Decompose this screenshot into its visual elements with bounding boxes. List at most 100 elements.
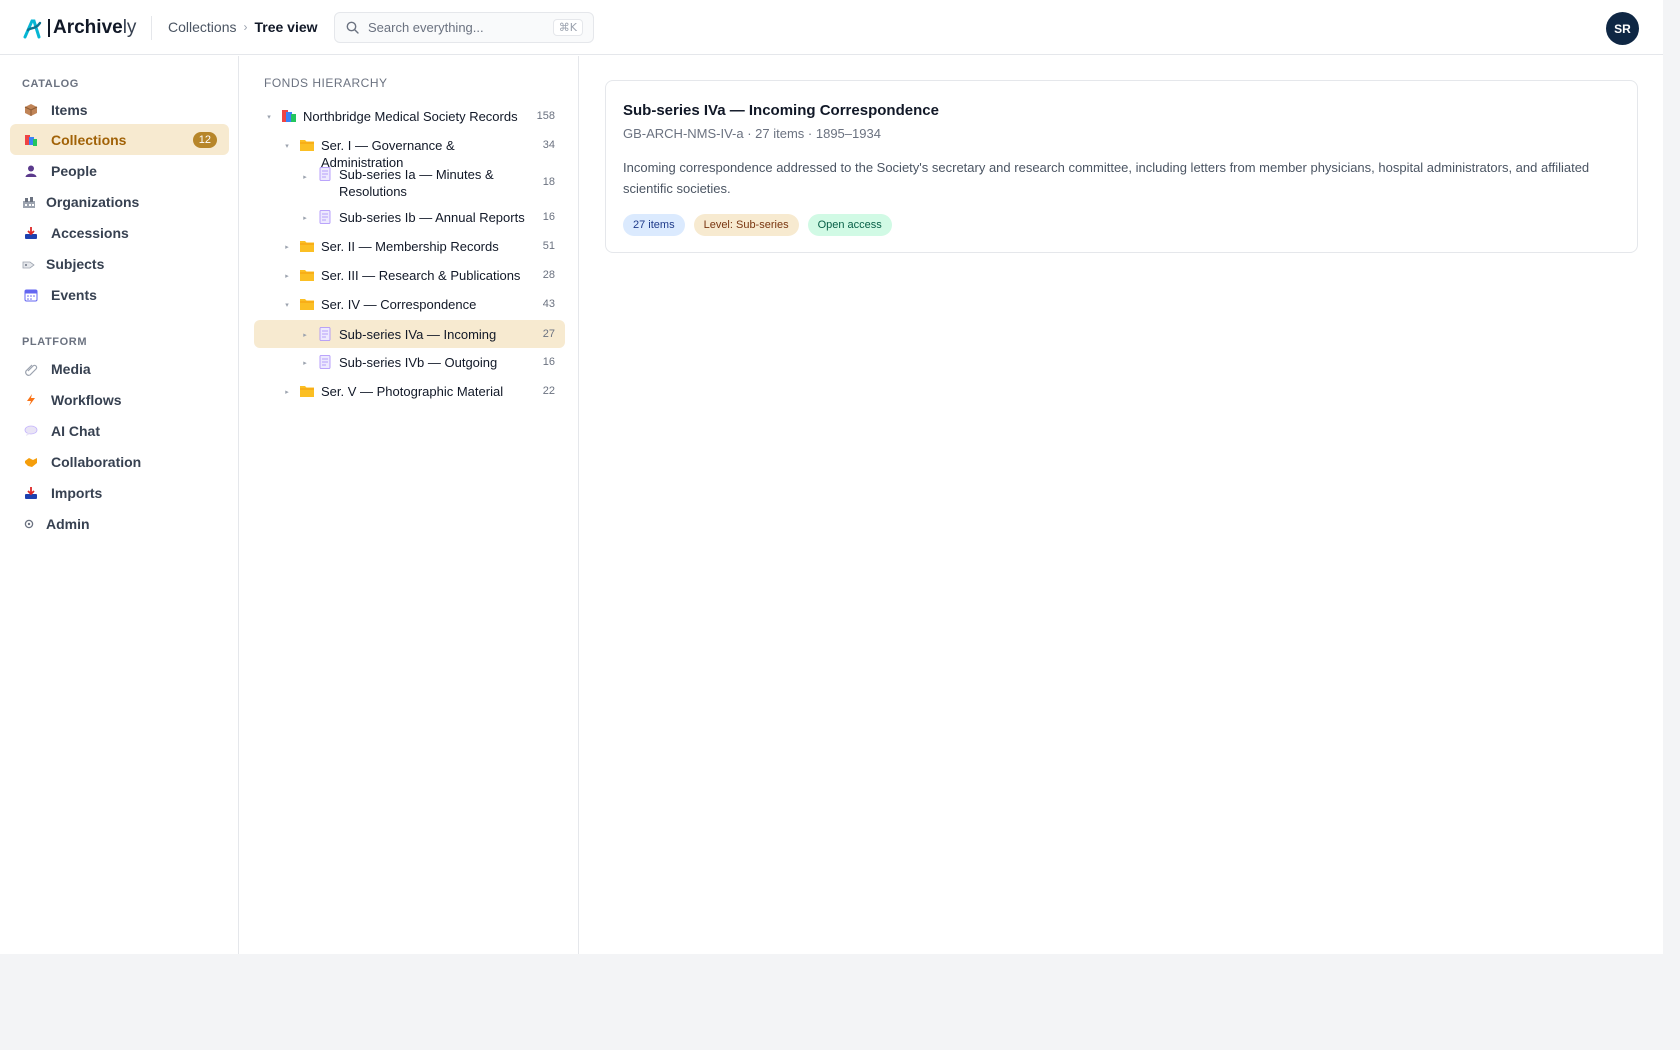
tree-node-label: Ser. IV — Correspondence (321, 297, 477, 312)
sidebar-item-label: Accessions (51, 224, 129, 241)
search-icon (346, 21, 359, 34)
sidebar-item-collections[interactable]: Collections 12 (10, 124, 229, 155)
expand-toggle-icon[interactable]: ▸ (300, 166, 310, 181)
sidebar-item-workflows[interactable]: Workflows (10, 384, 229, 415)
folder-icon (300, 299, 314, 310)
collapse-toggle-icon[interactable]: ▾ (282, 137, 292, 150)
inbox-tray-icon (23, 485, 39, 501)
tree-node-label: Sub-series Ib — Annual Reports (339, 210, 525, 225)
tree-node-label: Ser. II — Membership Records (321, 239, 499, 254)
brand-name-bold: Archive (53, 17, 123, 38)
tree-node-count: 34 (542, 139, 555, 151)
tree-node-count: 18 (542, 176, 555, 188)
document-icon (319, 327, 331, 341)
package-icon (23, 102, 39, 118)
level-badge: Level: Sub-series (693, 214, 799, 236)
expand-toggle-icon[interactable]: ▸ (282, 383, 292, 396)
tree-node-count: 51 (542, 240, 555, 252)
sidebar-item-media[interactable]: Media (10, 353, 229, 384)
collapse-toggle-icon[interactable]: ▾ (264, 108, 274, 121)
tree-node-count: 16 (542, 211, 555, 223)
sidebar-item-accessions[interactable]: Accessions (10, 217, 229, 248)
sidebar-item-imports[interactable]: Imports (10, 477, 229, 508)
person-icon (23, 163, 39, 179)
brand-logo[interactable]: Archive ly (22, 16, 136, 40)
platform-section-title: PLATFORM (22, 336, 88, 348)
expand-toggle-icon[interactable]: ▸ (300, 209, 310, 222)
search-placeholder: Search everything... (368, 20, 484, 35)
top-bar: Archive ly Collections › Tree view Search… (0, 0, 1663, 55)
alpha-logo-icon (23, 19, 42, 39)
tree-node[interactable]: ▸ Sub-series IVb — Outgoing 16 (254, 352, 565, 374)
sidebar-item-organizations[interactable]: Organizations (10, 186, 229, 217)
tree-panel: FONDS HIERARCHY ▾ Northbridge Medical So… (240, 56, 579, 954)
sidebar-item-label: Organizations (46, 193, 140, 210)
user-avatar[interactable]: SR (1606, 12, 1639, 45)
tree-node-count: 22 (542, 385, 555, 397)
tree-node-count: 43 (542, 298, 555, 310)
tree-node-count: 28 (542, 269, 555, 281)
sidebar-item-items[interactable]: Items (10, 94, 229, 125)
collapse-toggle-icon[interactable]: ▾ (282, 296, 292, 309)
sidebar-item-people[interactable]: People (10, 155, 229, 186)
sidebar-item-label: People (51, 162, 97, 179)
tree-node[interactable]: ▸ Sub-series Ib — Annual Reports 16 (254, 207, 565, 229)
tree-node-selected[interactable]: ▸ Sub-series IVa — Incoming 27 (254, 320, 565, 348)
tree-node[interactable]: ▸ Ser. III — Research & Publications 28 (254, 265, 565, 287)
folder-icon (300, 270, 314, 281)
expand-toggle-icon[interactable]: ▸ (282, 267, 292, 280)
sidebar-item-label: Workflows (51, 391, 122, 408)
tree-node[interactable]: ▸ Ser. V — Photographic Material 22 (254, 381, 565, 403)
item-count-badge: 27 items (623, 214, 685, 236)
expand-toggle-icon[interactable]: ▸ (282, 238, 292, 251)
app-window: Archive ly Collections › Tree view Search… (0, 0, 1663, 954)
catalog-section-title: CATALOG (22, 78, 79, 90)
folder-icon (300, 140, 314, 151)
sidebar-item-label: Collaboration (51, 453, 142, 470)
tree-node-count: 16 (542, 356, 555, 368)
sidebar-item-events[interactable]: Events (10, 279, 229, 310)
detail-description: Incoming correspondence addressed to the… (623, 160, 1590, 196)
folder-icon (300, 241, 314, 252)
sidebar-item-label: Events (51, 286, 97, 303)
tree-node-label: Sub-series IVb — Outgoing (339, 355, 498, 370)
paperclip-icon (23, 361, 39, 377)
document-icon (319, 355, 331, 369)
tag-icon (21, 256, 37, 272)
header-divider (151, 16, 152, 40)
sidebar-item-admin[interactable]: Admin (10, 508, 229, 539)
tree-node[interactable]: ▸ Ser. II — Membership Records 51 (254, 236, 565, 258)
collections-icon (282, 110, 296, 122)
document-icon (319, 167, 331, 181)
breadcrumb-current: Tree view (254, 19, 318, 35)
search-shortcut: ⌘K (552, 19, 583, 36)
folder-icon (300, 386, 314, 397)
tree-node-count: 27 (542, 328, 555, 340)
search-input[interactable]: Search everything... ⌘K (334, 12, 594, 43)
sidebar-item-label: Subjects (46, 255, 105, 272)
tree-node[interactable]: ▸ Sub-series Ia — Minutes & Resolutions … (254, 164, 565, 202)
detail-meta: GB-ARCH-NMS-IV-a · 27 items · 1895–1934 (623, 126, 881, 141)
sidebar-item-label: AI Chat (51, 422, 100, 439)
tree-node-label: Ser. V — Photographic Material (321, 384, 504, 399)
handshake-icon (23, 454, 39, 470)
tree-node[interactable]: ▾ Ser. IV — Correspondence 43 (254, 294, 565, 316)
expand-toggle-icon[interactable]: ▸ (300, 326, 310, 339)
access-status-badge: Open access (807, 214, 892, 236)
lightning-icon (23, 392, 39, 408)
sidebar-item-label: Admin (46, 515, 90, 532)
expand-toggle-icon[interactable]: ▸ (300, 354, 310, 367)
speech-bubble-icon (23, 423, 39, 439)
breadcrumb-collections-link[interactable]: Collections (168, 19, 236, 35)
tree-node-label: Sub-series Ia — Minutes & Resolutions (339, 167, 494, 199)
sidebar: CATALOG Items Collections 12 People Orga… (0, 56, 239, 954)
tree-node[interactable]: ▾ Northbridge Medical Society Records 15… (254, 106, 565, 128)
gear-icon (21, 516, 37, 532)
collections-icon (23, 132, 39, 148)
logo-divider (48, 19, 50, 37)
sidebar-item-collaboration[interactable]: Collaboration (10, 446, 229, 477)
breadcrumb: Collections › Tree view (168, 19, 318, 35)
brand-name-light: ly (122, 17, 137, 38)
sidebar-item-subjects[interactable]: Subjects (10, 248, 229, 279)
sidebar-item-ai-chat[interactable]: AI Chat (10, 415, 229, 446)
